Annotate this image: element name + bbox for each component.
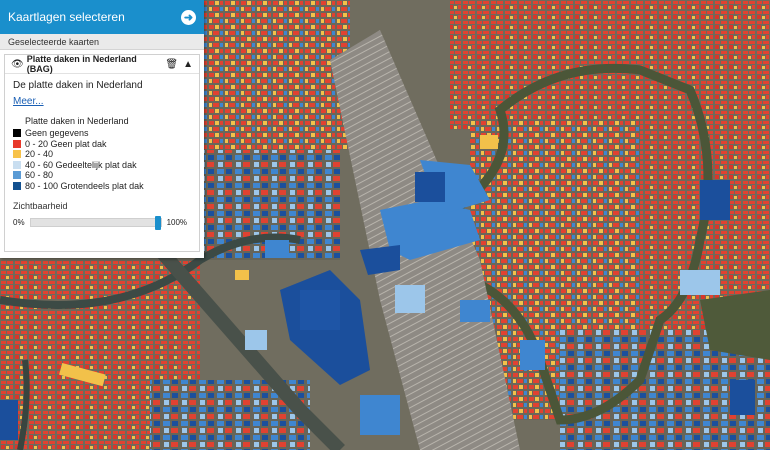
- legend-label: 80 - 100 Grotendeels plat dak: [25, 180, 144, 191]
- legend-title: Platte daken in Nederland: [25, 116, 129, 126]
- legend-swatch: [13, 139, 21, 148]
- legend-item: 0 - 20 Geen plat dak: [13, 139, 199, 150]
- legend-item: 20 - 40: [13, 149, 199, 160]
- opacity-slider-row: 0% 100%: [13, 216, 199, 230]
- legend-label: 60 - 80: [25, 170, 54, 181]
- legend-item: 80 - 100 Grotendeels plat dak: [13, 181, 199, 192]
- legend-label: 0 - 20 Geen plat dak: [25, 138, 107, 149]
- arrow-right-circle-icon[interactable]: ➜: [181, 9, 196, 25]
- more-link[interactable]: Meer...: [13, 96, 44, 107]
- legend-swatch: [13, 181, 21, 190]
- opacity-max-label: 100%: [166, 218, 188, 227]
- panel-header: Kaartlagen selecteren ➜: [0, 0, 204, 34]
- legend-item: 40 - 60 Gedeeltelijk plat dak: [13, 160, 199, 171]
- legend-item: Geen gegevens: [13, 128, 199, 139]
- collapse-triangle-icon[interactable]: ▲: [183, 59, 193, 70]
- trash-icon[interactable]: 🗑: [165, 59, 178, 70]
- legend-label: 40 - 60 Gedeeltelijk plat dak: [25, 159, 137, 170]
- legend-swatch: [13, 150, 21, 159]
- eye-icon[interactable]: 👁: [11, 59, 24, 70]
- legend-swatch: [13, 171, 21, 180]
- legend-label: 20 - 40: [25, 149, 54, 160]
- layer-header: 👁 Platte daken in Nederland (BAG) 🗑 ▲: [5, 54, 199, 74]
- layer-card: 👁 Platte daken in Nederland (BAG) 🗑 ▲ De…: [4, 54, 200, 252]
- panel-title: Kaartlagen selecteren: [8, 10, 125, 24]
- legend-item: 60 - 80: [13, 170, 199, 181]
- legend-list: Geen gegevens 0 - 20 Geen plat dak 20 - …: [5, 128, 199, 191]
- legend-swatch: [13, 160, 21, 169]
- opacity-slider-handle[interactable]: [154, 216, 161, 230]
- opacity-label: Zichtbaarheid: [13, 201, 68, 211]
- layer-description: De platte daken in Nederland: [13, 80, 143, 91]
- layer-name: Platte daken in Nederland (BAG): [26, 54, 137, 74]
- layer-panel: Kaartlagen selecteren ➜ Geselecteerde ka…: [0, 0, 204, 258]
- legend-label: Geen gegevens: [25, 128, 89, 139]
- opacity-min-label: 0%: [13, 218, 25, 227]
- opacity-slider[interactable]: [29, 216, 162, 230]
- legend-swatch: [13, 129, 21, 138]
- selected-maps-header: Geselecteerde kaarten: [0, 34, 204, 50]
